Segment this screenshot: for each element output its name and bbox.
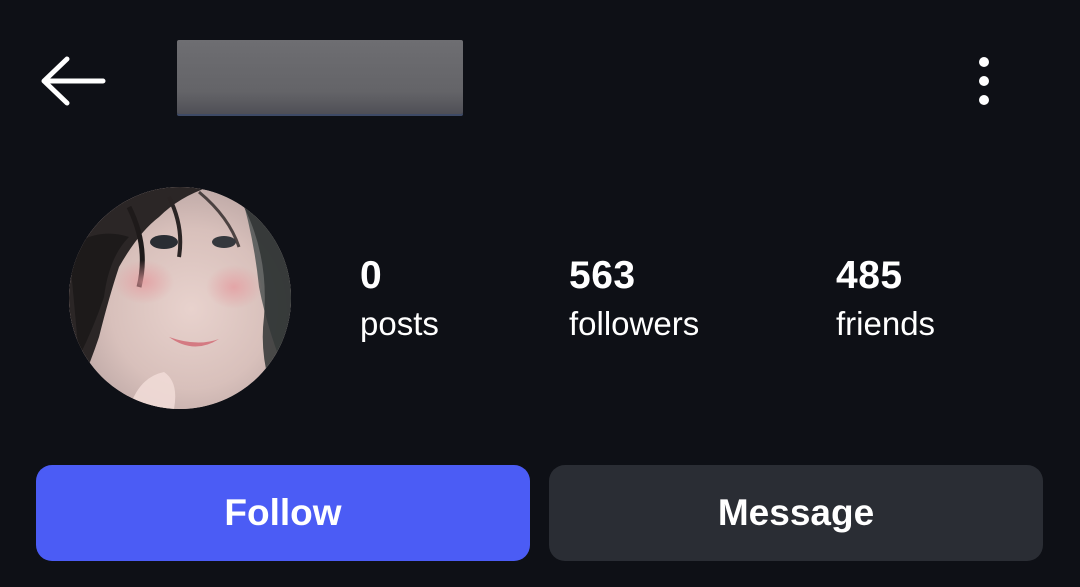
posts-label: posts	[360, 305, 439, 342]
profile-screen: 0 posts 563 followers 485 friends Follow…	[0, 0, 1080, 587]
followers-count: 563	[569, 254, 636, 297]
message-button-label: Message	[717, 492, 875, 533]
follow-button[interactable]: Follow	[36, 465, 530, 561]
stat-followers[interactable]: 563 followers	[569, 252, 699, 348]
posts-count: 0	[360, 254, 383, 297]
follow-button-label: Follow	[224, 492, 342, 533]
followers-label: followers	[569, 305, 700, 342]
username-redacted	[177, 40, 463, 114]
stat-friends[interactable]: 485 friends	[836, 252, 935, 348]
stat-posts[interactable]: 0 posts	[360, 252, 439, 348]
arrow-left-icon	[41, 56, 106, 106]
avatar[interactable]	[69, 187, 291, 409]
back-button[interactable]	[34, 50, 110, 112]
avatar-photo	[69, 187, 291, 409]
friends-count: 485	[836, 254, 903, 297]
friends-label: friends	[836, 305, 936, 342]
more-vertical-icon	[979, 57, 989, 105]
message-button[interactable]: Message	[549, 465, 1043, 561]
more-options-button[interactable]	[958, 52, 1010, 110]
